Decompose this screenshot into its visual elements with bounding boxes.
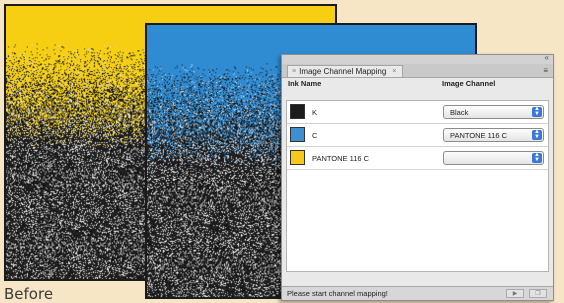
ink-name: K bbox=[312, 108, 318, 117]
ink-swatch bbox=[290, 104, 305, 119]
select-value: Black bbox=[450, 108, 469, 117]
image-channel-select[interactable]: Black ▲ ▼ bbox=[443, 105, 544, 119]
before-caption: Before bbox=[4, 285, 54, 303]
collapse-icon[interactable]: « bbox=[545, 53, 549, 62]
ink-swatch bbox=[290, 150, 305, 165]
grip-icon: ≡ bbox=[292, 68, 297, 75]
column-headers: Ink Name Image Channel bbox=[282, 78, 553, 89]
image-channel-select[interactable]: ▲ ▼ bbox=[443, 151, 544, 165]
tab-label: Image Channel Mapping bbox=[299, 67, 387, 76]
ink-name: C bbox=[312, 131, 318, 140]
table-row: C PANTONE 116 C ▲ ▼ bbox=[287, 124, 548, 147]
image-channel-header: Image Channel bbox=[442, 79, 496, 88]
play-icon[interactable]: ▶ bbox=[506, 289, 524, 298]
ink-name-header: Ink Name bbox=[288, 79, 322, 88]
table-row: PANTONE 116 C ▲ ▼ bbox=[287, 147, 548, 170]
status-message: Please start channel mapping! bbox=[287, 289, 388, 298]
select-arrows-icon: ▲ ▼ bbox=[532, 106, 542, 117]
panel-tab-bar: ≡ Image Channel Mapping × ≡ bbox=[282, 64, 553, 78]
image-channel-select[interactable]: PANTONE 116 C ▲ ▼ bbox=[443, 128, 544, 142]
tab-image-channel-mapping[interactable]: ≡ Image Channel Mapping × bbox=[287, 65, 404, 77]
select-arrows-icon: ▲ ▼ bbox=[532, 152, 542, 163]
select-arrows-icon: ▲ ▼ bbox=[532, 129, 542, 140]
select-value: PANTONE 116 C bbox=[450, 131, 508, 140]
image-channel-mapping-panel: « ≡ Image Channel Mapping × ≡ Ink Name I… bbox=[281, 53, 554, 301]
ink-name: PANTONE 116 C bbox=[312, 154, 370, 163]
ink-swatch bbox=[290, 127, 305, 142]
ink-mapping-list: K Black ▲ ▼ C PANTONE 116 C ▲ ▼ PANTONE 11… bbox=[286, 100, 549, 272]
status-bar: Please start channel mapping! ▶ ❐ bbox=[282, 286, 553, 300]
new-page-icon[interactable]: ❐ bbox=[529, 289, 547, 298]
panel-title-strip[interactable]: « bbox=[282, 53, 553, 64]
close-icon[interactable]: × bbox=[392, 68, 396, 75]
table-row: K Black ▲ ▼ bbox=[287, 101, 548, 124]
panel-menu-icon[interactable]: ≡ bbox=[543, 66, 548, 75]
